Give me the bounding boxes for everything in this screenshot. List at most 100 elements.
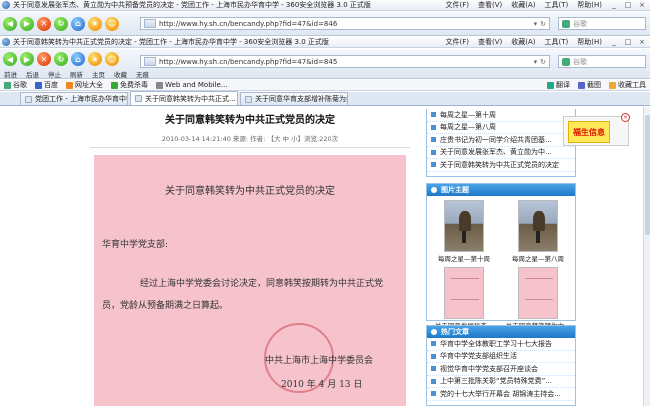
window2-address-bar[interactable]: http://www.hy.sh.cn/bencandy.php?fid=47&… <box>140 55 550 68</box>
photo-thumb[interactable]: 每周之星—第十周 <box>430 200 498 263</box>
back-arrow-icon[interactable]: ◀ <box>3 16 17 31</box>
minimize-button[interactable]: _ <box>608 38 620 47</box>
menu-file[interactable]: 文件(F) <box>445 37 469 47</box>
bullet-icon <box>431 341 436 347</box>
photo-thumb[interactable]: 关于同意韩笑转为中... <box>504 267 572 330</box>
list-item[interactable]: 关于同意韩笑转为中共正式党员的决定 <box>427 159 575 172</box>
menu-help[interactable]: 帮助(H) <box>577 0 602 10</box>
close-button[interactable]: × <box>636 38 648 47</box>
bullet-icon <box>431 378 436 384</box>
window2-search-input[interactable]: 谷歌 <box>558 55 646 68</box>
refresh-icon[interactable]: ↻ <box>54 16 68 31</box>
dropdown-icon[interactable]: ▾ <box>534 20 538 28</box>
minimize-button[interactable]: _ <box>608 1 620 10</box>
photo-box: 图片主题 每周之星—第十周 每周之星—第八周 关于同意发展张杰... 关于同意韩… <box>426 183 576 330</box>
stop-icon[interactable]: ✕ <box>37 16 51 31</box>
list-item[interactable]: 每周之星—第八周 <box>427 122 575 134</box>
bullet-icon <box>431 162 436 168</box>
translate-icon <box>547 81 554 89</box>
document-body-line1: 经过上海中学党委会讨论决定，同意韩笑按期转为中共正式党 <box>140 279 384 289</box>
go-icon[interactable]: ↻ <box>540 20 546 28</box>
menu-favorites[interactable]: 收藏(A) <box>511 0 535 10</box>
window1-search-input[interactable]: 谷歌 <box>558 17 646 30</box>
go-icon[interactable]: ↻ <box>540 58 546 66</box>
article-meta: 2010-03-14 14:21:40 来源: 作者: 【大 中 小】浏览:22… <box>161 135 339 143</box>
bookmark-antivirus[interactable]: 免费杀毒 <box>111 80 148 90</box>
photo-image[interactable] <box>444 267 484 319</box>
screenshot-button[interactable]: 截图 <box>578 80 601 90</box>
menu-file[interactable]: 文件(F) <box>445 0 469 10</box>
window1-address-bar[interactable]: http://www.hy.sh.cn/bencandy.php?fid=47&… <box>140 17 550 30</box>
menu-tools[interactable]: 工具(T) <box>545 37 569 47</box>
photo-image[interactable] <box>518 200 558 252</box>
document-greeting: 华育中学党支部: <box>102 240 169 250</box>
tab-article-other[interactable]: 关于同意华育支部增补陈菊为组... <box>240 92 348 105</box>
close-button[interactable]: × <box>636 1 648 10</box>
incognito-icon[interactable]: ☺ <box>105 52 119 66</box>
bullet-icon <box>431 112 436 118</box>
list-item[interactable]: 华育中学全体教职工学习十七大报告 <box>427 338 575 351</box>
translate-button[interactable]: 翻译 <box>547 80 570 90</box>
menu-view[interactable]: 查看(V) <box>478 37 502 47</box>
stop-icon[interactable]: ✕ <box>37 52 51 66</box>
list-item[interactable]: 上中第三批陈关彰“党员特殊党费”... <box>427 376 575 388</box>
menu-favorites[interactable]: 收藏(A) <box>511 37 535 47</box>
bullet-icon <box>431 353 436 359</box>
list-item[interactable]: 党的十七大举行开幕会 胡锦涛主持会... <box>427 388 575 401</box>
bookmark-baidu[interactable]: 百度 <box>35 80 58 90</box>
vertical-scrollbar[interactable] <box>643 107 650 406</box>
maximize-button[interactable]: □ <box>622 1 634 10</box>
photo-thumb[interactable]: 关于同意发展张杰... <box>430 267 498 330</box>
list-item[interactable]: 每周之星—第十周 <box>427 109 575 122</box>
menu-view[interactable]: 查看(V) <box>478 0 502 10</box>
window2-url[interactable]: http://www.hy.sh.cn/bencandy.php?fid=47&… <box>159 58 534 66</box>
page-icon <box>144 19 156 28</box>
bookmark-sites[interactable]: 网址大全 <box>66 80 103 90</box>
maximize-button[interactable]: □ <box>622 38 634 47</box>
page-icon <box>25 95 32 103</box>
home-icon[interactable]: ⌂ <box>71 16 85 31</box>
label-incognito[interactable]: 无痕 <box>136 69 149 79</box>
favorites-star-icon[interactable]: ★ <box>88 52 102 66</box>
label-home[interactable]: 主页 <box>92 69 105 79</box>
window1-url[interactable]: http://www.hy.sh.cn/bencandy.php?fid=47&… <box>159 20 534 28</box>
baidu-icon <box>35 81 42 89</box>
label-back[interactable]: 后退 <box>26 69 39 79</box>
favorites-tool-button[interactable]: 收藏工具 <box>609 80 646 90</box>
toolbar-labels: 前进 后退 停止 刷新 主页 收藏 无痕 <box>4 69 149 79</box>
list-item[interactable]: 视觉华育中学党支部召开座谈会 <box>427 363 575 376</box>
label-refresh[interactable]: 刷新 <box>70 69 83 79</box>
menu-tools[interactable]: 工具(T) <box>545 0 569 10</box>
forward-arrow-icon[interactable]: ◀ <box>3 52 17 66</box>
bookmark-web-mobile[interactable]: Web and Mobile... <box>156 81 228 89</box>
page-icon <box>135 95 142 102</box>
dropdown-icon[interactable]: ▾ <box>534 58 538 66</box>
menu-help[interactable]: 帮助(H) <box>577 37 602 47</box>
tab-party-work[interactable]: 党团工作 - 上海市民办华育中学 <box>20 92 128 105</box>
list-item[interactable]: 关于同意发展张军杰、黄立勋为中... <box>427 147 575 159</box>
hot-articles-box: 热门文章 华育中学全体教职工学习十七大报告 华育中学党支部组织生活 视觉华育中学… <box>426 325 576 406</box>
divider <box>90 147 410 148</box>
list-item[interactable]: 庄贵书记为初一同学介绍共青团基... <box>427 134 575 147</box>
close-ad-icon[interactable]: × <box>621 113 630 122</box>
list-item[interactable]: 华育中学党支部组织生活 <box>427 351 575 363</box>
ad-label[interactable]: 福生信息 <box>568 121 610 143</box>
bookmark-google[interactable]: 谷歌 <box>4 80 27 90</box>
photo-thumb[interactable]: 每周之星—第八周 <box>504 200 572 263</box>
scrollbar-thumb[interactable] <box>645 115 650 235</box>
label-favorites[interactable]: 收藏 <box>114 69 127 79</box>
back-arrow-icon[interactable]: ▶ <box>20 52 34 66</box>
label-stop[interactable]: 停止 <box>48 69 61 79</box>
label-forward[interactable]: 前进 <box>4 69 17 79</box>
floating-ad[interactable]: 福生信息 × <box>563 113 630 146</box>
favorites-star-icon[interactable]: ★ <box>88 16 102 31</box>
window1-titlebar: 关于同意发展张军杰、黄立勋为中共预备党员的决定 - 党团工作 - 上海市民办华育… <box>0 0 650 11</box>
photo-image[interactable] <box>444 200 484 252</box>
forward-arrow-icon[interactable]: ▶ <box>20 16 34 31</box>
photo-image[interactable] <box>518 267 558 319</box>
refresh-icon[interactable]: ↻ <box>54 52 68 66</box>
tab-article-active[interactable]: 关于同意韩笑转为中共正式...× <box>130 91 238 105</box>
home-icon[interactable]: ⌂ <box>71 52 85 66</box>
google-icon <box>4 81 11 89</box>
incognito-icon[interactable]: ☺ <box>105 16 119 31</box>
